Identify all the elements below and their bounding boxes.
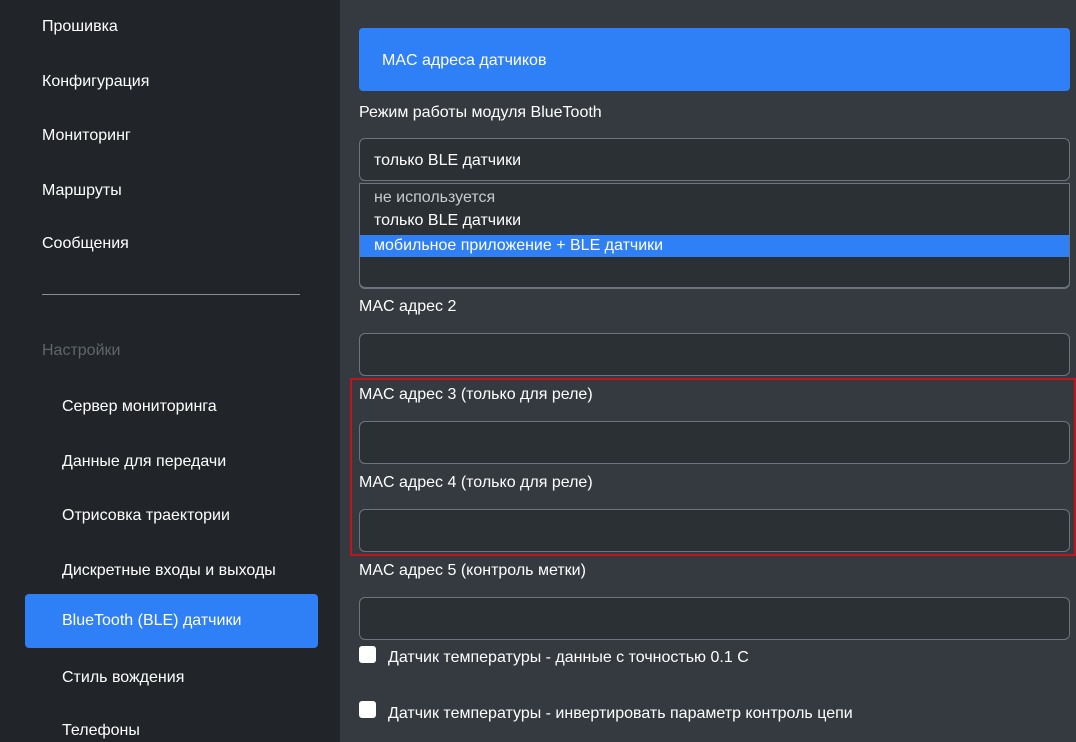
- sidebar: Прошивка Конфигурация Мониторинг Маршрут…: [0, 0, 340, 742]
- option-not-used[interactable]: не используется: [360, 187, 1069, 209]
- mac-address-3-label: MAC адрес 3 (только для реле): [359, 386, 593, 403]
- temp-invert-checkbox[interactable]: [359, 701, 376, 718]
- bt-mode-dropdown: не используется только BLE датчики мобил…: [359, 183, 1070, 288]
- nav-item-messages[interactable]: Сообщения: [42, 235, 129, 253]
- mac-address-5-label: MAC адрес 5 (контроль метки): [359, 562, 586, 579]
- sub-item-track-drawing[interactable]: Отрисовка траектории: [62, 507, 230, 525]
- temp-precision-label: Датчик температуры - данные с точностью …: [388, 649, 749, 666]
- sub-item-transmission-data[interactable]: Данные для передачи: [62, 453, 226, 471]
- mac-address-2-input[interactable]: [359, 333, 1070, 376]
- mac-address-5-input[interactable]: [359, 597, 1070, 640]
- sub-item-discrete-io[interactable]: Дискретные входы и выходы: [62, 562, 276, 580]
- option-ble-only[interactable]: только BLE датчики: [360, 210, 1069, 232]
- sub-item-phones[interactable]: Телефоны: [62, 722, 140, 740]
- bt-mode-select[interactable]: только BLE датчики: [359, 138, 1070, 181]
- sidebar-divider: [42, 294, 300, 295]
- nav-item-monitoring[interactable]: Мониторинг: [42, 127, 131, 145]
- temp-invert-label: Датчик температуры - инвертировать парам…: [388, 705, 853, 722]
- bt-mode-label: Режим работы модуля BlueTooth: [359, 104, 602, 121]
- mac-address-3-input[interactable]: [359, 421, 1070, 464]
- main-panel: MAC адреса датчиков Режим работы модуля …: [340, 0, 1076, 742]
- mac-address-4-input[interactable]: [359, 509, 1070, 552]
- sub-item-ble-sensors[interactable]: BlueTooth (BLE) датчики: [25, 594, 318, 648]
- mac-address-2-label: MAC адрес 2: [359, 298, 457, 315]
- option-mobile-app-ble[interactable]: мобильное приложение + BLE датчики: [360, 235, 1069, 257]
- sub-item-driving-style[interactable]: Стиль вождения: [62, 669, 184, 687]
- nav-item-routes[interactable]: Маршруты: [42, 182, 122, 200]
- nav-item-firmware[interactable]: Прошивка: [42, 18, 118, 36]
- settings-section-label: Настройки: [42, 342, 121, 359]
- nav-item-configuration[interactable]: Конфигурация: [42, 73, 149, 91]
- mac-addresses-button[interactable]: MAC адреса датчиков: [359, 28, 1070, 91]
- temp-precision-checkbox[interactable]: [359, 646, 376, 663]
- sub-item-monitoring-server[interactable]: Сервер мониторинга: [62, 398, 217, 416]
- mac-address-4-label: MAC адрес 4 (только для реле): [359, 474, 593, 491]
